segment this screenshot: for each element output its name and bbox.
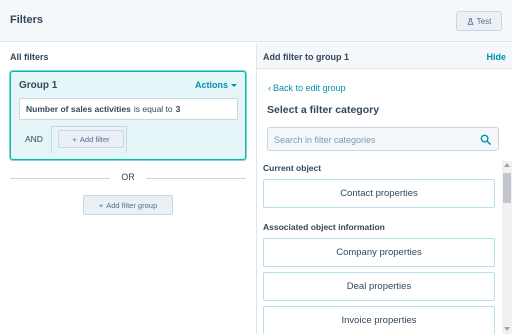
group-title: Group 1 (19, 80, 58, 91)
filter-rule[interactable]: Number of sales activities is equal to 3 (19, 98, 238, 120)
category-list: Current object Contact properties Associ… (257, 158, 512, 334)
add-filter-label: Add filter (79, 134, 110, 144)
select-category-title: Select a filter category (267, 104, 380, 116)
scroll-down-arrow-icon[interactable] (504, 327, 510, 331)
plus-icon: + (98, 200, 104, 210)
section-associated-objects: Associated object information (263, 222, 385, 232)
beaker-icon (467, 17, 474, 25)
test-button[interactable]: Test (456, 11, 502, 31)
contact-properties-button[interactable]: Contact properties (263, 179, 495, 208)
scroll-thumb[interactable] (503, 173, 511, 203)
and-label: AND (25, 134, 43, 144)
chevron-left-icon: ‹ (268, 83, 271, 93)
rule-property: Number of sales activities (26, 104, 131, 114)
rule-operator: is equal to (133, 104, 173, 114)
back-label: Back to edit group (273, 83, 346, 93)
all-filters-title: All filters (10, 52, 49, 62)
or-label: OR (121, 172, 135, 182)
filters-header: Filters Test (0, 0, 512, 42)
add-filter-group-button[interactable]: + Add filter group (83, 195, 173, 215)
plus-icon: + (72, 134, 77, 144)
back-to-edit-group-link[interactable]: ‹ Back to edit group (268, 83, 346, 93)
hide-link[interactable]: Hide (486, 52, 506, 62)
chevron-down-icon (231, 83, 237, 87)
company-properties-button[interactable]: Company properties (263, 238, 495, 267)
add-filter-button[interactable]: + Add filter (58, 130, 124, 148)
all-filters-panel: All filters Group 1 Actions Number of sa… (0, 43, 256, 334)
page-title: Filters (10, 14, 44, 26)
add-group-label: Add filter group (106, 200, 158, 210)
or-line-right (146, 178, 246, 179)
or-separator: OR (10, 172, 246, 184)
add-filter-panel-header: Add filter to group 1 Hide (257, 43, 512, 69)
category-list-scrollbar[interactable] (502, 161, 512, 334)
category-search (267, 127, 499, 151)
section-current-object: Current object (263, 163, 322, 173)
group-actions-dropdown[interactable]: Actions (195, 80, 237, 90)
scroll-up-arrow-icon[interactable] (504, 163, 510, 167)
rule-value: 3 (175, 104, 181, 114)
invoice-properties-button[interactable]: Invoice properties (263, 306, 495, 334)
filter-group-card: Group 1 Actions Number of sales activiti… (10, 71, 246, 160)
add-filter-title: Add filter to group 1 (263, 52, 349, 62)
category-search-input[interactable] (274, 132, 474, 147)
search-icon[interactable] (480, 134, 491, 145)
deal-properties-button[interactable]: Deal properties (263, 272, 495, 301)
add-filter-panel: Add filter to group 1 Hide ‹ Back to edi… (257, 43, 512, 334)
test-button-label: Test (476, 16, 492, 26)
actions-label: Actions (194, 80, 228, 90)
